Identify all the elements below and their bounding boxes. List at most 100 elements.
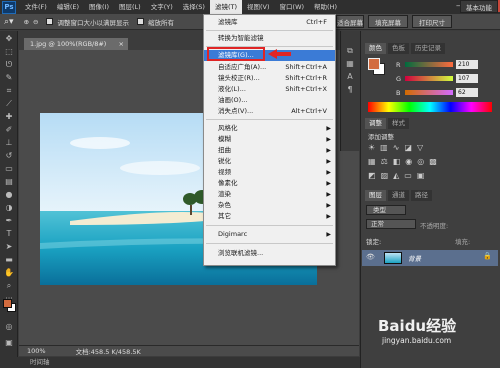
menu-item-filter-gallery-last[interactable]: 滤镜库 Ctrl+F [204,17,335,28]
menu-layer[interactable]: 图层(L) [114,0,146,14]
blur-tool-icon[interactable]: ● [2,189,16,200]
properties-panel-icon[interactable]: ▦ [343,58,357,69]
menu-select[interactable]: 选择(S) [178,0,210,14]
layer-filter-select[interactable]: 类型 [366,205,406,215]
menu-item-lens-correction[interactable]: 镜头校正(R)... Shift+Ctrl+R [204,73,335,84]
dodge-tool-icon[interactable]: ◑ [2,202,16,213]
gradient-tool-icon[interactable]: ▤ [2,176,16,187]
zoom-tool-icon[interactable]: ⌕ [2,280,16,291]
path-select-tool-icon[interactable]: ➤ [2,241,16,252]
zoom-in-icon[interactable]: ⊕ [24,18,29,26]
tab-layers[interactable]: 图层 [365,190,386,201]
vibrance-icon[interactable]: ▽ [417,143,423,152]
threshold-icon[interactable]: ◭ [393,171,399,180]
menu-image[interactable]: 图像(I) [84,0,114,14]
red-slider[interactable] [405,62,453,67]
menu-item-browse-online-filters[interactable]: 浏览联机滤镜... [204,248,335,259]
pen-tool-icon[interactable]: ✒ [2,215,16,226]
tab-adjustments[interactable]: 调整 [365,118,386,129]
eyedropper-tool-icon[interactable]: ⟋ [2,98,16,109]
zoom-tool-icon[interactable]: ⌕▾ [4,17,14,27]
crop-tool-icon[interactable]: ⌗ [2,85,16,96]
tab-channels[interactable]: 通道 [388,190,409,201]
blend-mode-select[interactable]: 正常 [366,219,416,229]
move-tool-icon[interactable]: ✥ [2,33,16,44]
green-slider[interactable] [405,76,453,81]
menu-item-digimarc[interactable]: Digimarc ▶ [204,229,335,240]
levels-icon[interactable]: ▥ [380,143,388,152]
shape-tool-icon[interactable]: ▬ [2,254,16,265]
tab-swatches[interactable]: 色板 [388,43,409,54]
fill-screen-button[interactable]: 填充屏幕 [368,15,408,28]
panel-fg-swatch[interactable] [368,58,380,70]
red-value[interactable]: 210 [456,60,478,69]
gradient-map-icon[interactable]: ▭ [404,171,412,180]
menu-item-video[interactable]: 视频 ▶ [204,167,335,178]
workspace-select[interactable]: 基本功能 [460,0,498,13]
resize-window-checkbox[interactable] [46,18,54,25]
balance-icon[interactable]: ⚖ [381,157,388,166]
document-tab[interactable]: 1.jpg @ 100%(RGB/8#) × [24,38,128,50]
color-spectrum-bar[interactable] [368,102,492,112]
history-panel-icon[interactable]: ⧉ [343,45,357,56]
healing-tool-icon[interactable]: ✚ [2,111,16,122]
foreground-color-swatch[interactable] [3,299,12,308]
menu-edit[interactable]: 编辑(E) [52,0,84,14]
channel-mixer-icon[interactable]: ◎ [417,157,424,166]
type-tool-icon[interactable]: T [2,228,16,239]
menu-item-vanishing-point[interactable]: 消失点(V)... Alt+Ctrl+V [204,106,335,117]
screen-mode-icon[interactable]: ▣ [2,337,16,348]
menu-item-convert-smart-filter[interactable]: 转换为智能滤镜 [204,33,335,44]
tab-color[interactable]: 颜色 [365,43,386,54]
menu-item-noise[interactable]: 杂色 ▶ [204,200,335,211]
menu-item-other[interactable]: 其它 ▶ [204,211,335,222]
layer-row[interactable]: 👁 背景 🔒 [362,250,498,266]
menu-item-sharpen[interactable]: 锐化 ▶ [204,156,335,167]
tab-styles[interactable]: 样式 [388,118,409,129]
tab-paths[interactable]: 路径 [411,190,432,201]
green-value[interactable]: 107 [456,74,478,83]
fit-screen-button[interactable]: 适合屏幕 [336,15,364,28]
marquee-tool-icon[interactable]: ⬚ [2,46,16,57]
timeline-label[interactable]: 时间轴 [30,358,50,366]
zoom-all-checkbox[interactable] [136,18,144,25]
zoom-level[interactable]: 100% [27,347,46,355]
paragraph-panel-icon[interactable]: ¶ [343,84,357,95]
quick-select-tool-icon[interactable]: ✎ [2,72,16,83]
visibility-eye-icon[interactable]: 👁 [366,253,375,261]
quick-mask-icon[interactable]: ◎ [2,321,16,332]
menu-filter[interactable]: 滤镜(T) [209,0,242,14]
hand-tool-icon[interactable]: ✋ [2,267,16,278]
menu-view[interactable]: 视图(V) [242,0,275,14]
menu-help[interactable]: 帮助(H) [309,0,342,14]
menu-item-pixelate[interactable]: 像素化 ▶ [204,178,335,189]
posterize-icon[interactable]: ▨ [381,171,389,180]
curves-icon[interactable]: ∿ [393,143,400,152]
menu-file[interactable]: 文件(F) [20,0,52,14]
tab-history[interactable]: 历史记录 [411,43,445,54]
blue-slider[interactable] [405,90,453,95]
brightness-icon[interactable]: ☀ [368,143,375,152]
selective-color-icon[interactable]: ▣ [417,171,425,180]
menu-item-distort[interactable]: 扭曲 ▶ [204,145,335,156]
menu-item-stylize[interactable]: 风格化 ▶ [204,123,335,134]
menu-window[interactable]: 窗口(W) [275,0,310,14]
menu-item-liquify[interactable]: 液化(L)... Shift+Ctrl+X [204,84,335,95]
lasso-tool-icon[interactable]: ᘎ [2,59,16,70]
document-tab-close[interactable]: × [119,38,124,50]
print-size-button[interactable]: 打印尺寸 [412,15,452,28]
hue-icon[interactable]: ▦ [368,157,376,166]
history-brush-tool-icon[interactable]: ↺ [2,150,16,161]
character-panel-icon[interactable]: A [343,71,357,82]
bw-icon[interactable]: ◧ [393,157,401,166]
exposure-icon[interactable]: ◪ [404,143,412,152]
invert-icon[interactable]: ◩ [368,171,376,180]
blue-value[interactable]: 62 [456,88,478,97]
stamp-tool-icon[interactable]: ⊥ [2,137,16,148]
menu-item-oil-paint[interactable]: 油画(O)... [204,95,335,106]
menu-item-adaptive-wide-angle[interactable]: 自适应广角(A)... Shift+Ctrl+A [204,62,335,73]
eraser-tool-icon[interactable]: ▭ [2,163,16,174]
zoom-out-icon[interactable]: ⊖ [33,18,38,26]
color-lookup-icon[interactable]: ▩ [429,157,437,166]
menu-type[interactable]: 文字(Y) [146,0,178,14]
